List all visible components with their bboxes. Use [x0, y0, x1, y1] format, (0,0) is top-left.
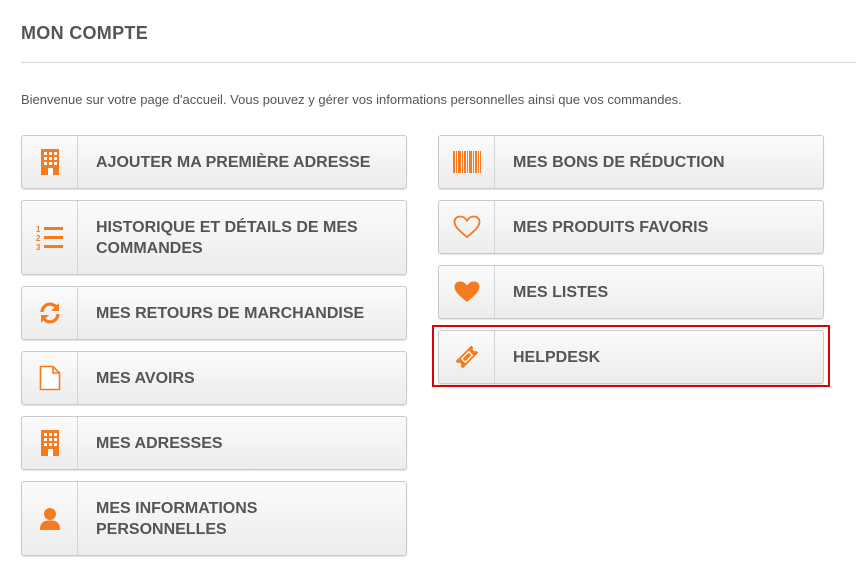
- vouchers-button[interactable]: MES BONS DE RÉDUCTION: [438, 135, 824, 189]
- ordered-list-icon: 123: [22, 201, 78, 274]
- account-links-right: MES BONS DE RÉDUCTION MES PRODUITS FAVOR…: [438, 135, 824, 395]
- account-links-left: AJOUTER MA PREMIÈRE ADRESSE 123 HISTORIQ…: [21, 135, 407, 567]
- button-label: MES RETOURS DE MARCHANDISE: [96, 304, 365, 322]
- button-label: MES BONS DE RÉDUCTION: [513, 153, 725, 171]
- my-lists-button[interactable]: MES LISTES: [438, 265, 824, 319]
- barcode-icon: [439, 136, 495, 188]
- heart-filled-icon: [439, 266, 495, 318]
- personal-info-button[interactable]: MES INFORMATIONS PERSONNELLES: [21, 481, 407, 556]
- credit-slips-button[interactable]: MES AVOIRS: [21, 351, 407, 405]
- document-icon: [22, 352, 78, 404]
- favorite-products-button[interactable]: MES PRODUITS FAVORIS: [438, 200, 824, 254]
- button-label: HISTORIQUE ET DÉTAILS DE MES COMMANDES: [96, 218, 358, 257]
- svg-text:2: 2: [36, 234, 41, 243]
- button-label: AJOUTER MA PREMIÈRE ADRESSE: [96, 153, 371, 171]
- order-history-button[interactable]: 123 HISTORIQUE ET DÉTAILS DE MES COMMAND…: [21, 200, 407, 275]
- add-first-address-button[interactable]: AJOUTER MA PREMIÈRE ADRESSE: [21, 135, 407, 189]
- welcome-text: Bienvenue sur votre page d'accueil. Vous…: [21, 92, 682, 107]
- building-icon: [22, 136, 78, 188]
- svg-text:1: 1: [36, 225, 41, 234]
- ticket-icon: [439, 331, 495, 383]
- page-title: MON COMPTE: [21, 23, 148, 43]
- title-divider: [21, 62, 856, 63]
- button-label: MES LISTES: [513, 283, 609, 301]
- helpdesk-button[interactable]: HELPDESK: [438, 330, 824, 384]
- building-icon: [22, 417, 78, 469]
- svg-text:3: 3: [36, 243, 41, 251]
- user-icon: [22, 482, 78, 555]
- button-label: HELPDESK: [513, 348, 601, 366]
- merchandise-returns-button[interactable]: MES RETOURS DE MARCHANDISE: [21, 286, 407, 340]
- button-label: MES ADRESSES: [96, 434, 223, 452]
- heart-outline-icon: [439, 201, 495, 253]
- button-label: MES AVOIRS: [96, 369, 195, 387]
- button-label: MES PRODUITS FAVORIS: [513, 218, 709, 236]
- button-label: MES INFORMATIONS PERSONNELLES: [96, 499, 258, 538]
- addresses-button[interactable]: MES ADRESSES: [21, 416, 407, 470]
- refresh-icon: [22, 287, 78, 339]
